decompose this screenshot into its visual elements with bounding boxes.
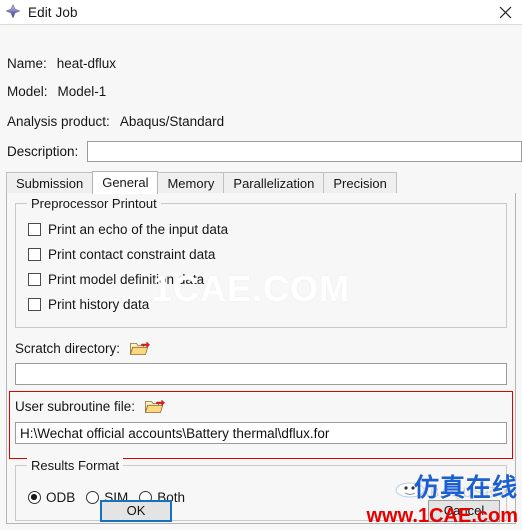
radio-circle[interactable] bbox=[86, 491, 100, 504]
radio-odb[interactable]: ODB bbox=[28, 490, 75, 505]
checkbox-print-echo-input-data[interactable]: Print an echo of the input data bbox=[28, 222, 228, 237]
tab-general[interactable]: General bbox=[92, 171, 159, 194]
tab-strip: Submission General Memory Parallelizatio… bbox=[6, 171, 516, 194]
checkbox-print-contact-constraint-data[interactable]: Print contact constraint data bbox=[28, 247, 215, 262]
dialog-body: Name: heat-dflux Model: Model-1 Analysis… bbox=[0, 25, 522, 530]
model-value: Model-1 bbox=[57, 84, 107, 99]
description-input[interactable] bbox=[87, 141, 522, 162]
model-label: Model: bbox=[7, 84, 48, 99]
user-subroutine-input[interactable] bbox=[15, 422, 507, 444]
user-subroutine-label: User subroutine file: bbox=[15, 398, 136, 414]
cancel-button[interactable]: Cancel bbox=[428, 500, 500, 522]
description-row: Description: bbox=[0, 141, 522, 162]
checkbox-box[interactable] bbox=[28, 223, 41, 236]
description-label: Description: bbox=[7, 144, 79, 159]
analysis-product-label: Analysis product: bbox=[7, 114, 110, 129]
checkbox-label: Print contact constraint data bbox=[48, 247, 216, 262]
window-title: Edit Job bbox=[28, 4, 78, 20]
job-name-label: Name: bbox=[7, 56, 47, 71]
abaqus-diamond-icon bbox=[4, 3, 22, 21]
checkbox-print-model-definition-data[interactable]: Print model definition data bbox=[28, 272, 204, 287]
checkbox-label: Print an echo of the input data bbox=[48, 222, 229, 237]
general-tab-page: Preprocessor Printout Print an echo of t… bbox=[6, 193, 516, 524]
job-name-row: Name: heat-dflux bbox=[0, 56, 116, 71]
close-icon[interactable] bbox=[488, 0, 522, 25]
radio-label: ODB bbox=[46, 490, 76, 505]
scratch-directory-input[interactable] bbox=[15, 363, 507, 385]
tab-memory[interactable]: Memory bbox=[157, 172, 225, 193]
title-bar: Edit Job bbox=[0, 0, 522, 25]
scratch-directory-label: Scratch directory: bbox=[15, 340, 121, 356]
user-subroutine-row: User subroutine file: bbox=[15, 397, 166, 415]
checkbox-box[interactable] bbox=[28, 273, 41, 286]
tab-parallelization[interactable]: Parallelization bbox=[223, 172, 325, 193]
scratch-directory-row: Scratch directory: bbox=[15, 339, 151, 357]
open-folder-icon[interactable] bbox=[144, 397, 166, 415]
tab-submission[interactable]: Submission bbox=[6, 172, 94, 193]
analysis-product-value: Abaqus/Standard bbox=[119, 114, 225, 129]
results-format-title: Results Format bbox=[27, 458, 124, 473]
checkbox-label: Print history data bbox=[48, 297, 150, 312]
job-name-value: heat-dflux bbox=[56, 56, 117, 71]
ok-button[interactable]: OK bbox=[100, 500, 172, 522]
analysis-product-row: Analysis product: Abaqus/Standard bbox=[0, 114, 224, 129]
checkbox-label: Print model definition data bbox=[48, 272, 205, 287]
radio-circle[interactable] bbox=[28, 491, 41, 504]
preprocessor-printout-title: Preprocessor Printout bbox=[27, 196, 161, 211]
open-folder-icon[interactable] bbox=[129, 339, 151, 357]
model-row: Model: Model-1 bbox=[0, 84, 106, 99]
tab-precision[interactable]: Precision bbox=[323, 172, 397, 193]
checkbox-box[interactable] bbox=[28, 298, 41, 311]
checkbox-print-history-data[interactable]: Print history data bbox=[28, 297, 149, 312]
checkbox-box[interactable] bbox=[28, 248, 41, 261]
preprocessor-printout-group: Preprocessor Printout Print an echo of t… bbox=[15, 196, 507, 328]
